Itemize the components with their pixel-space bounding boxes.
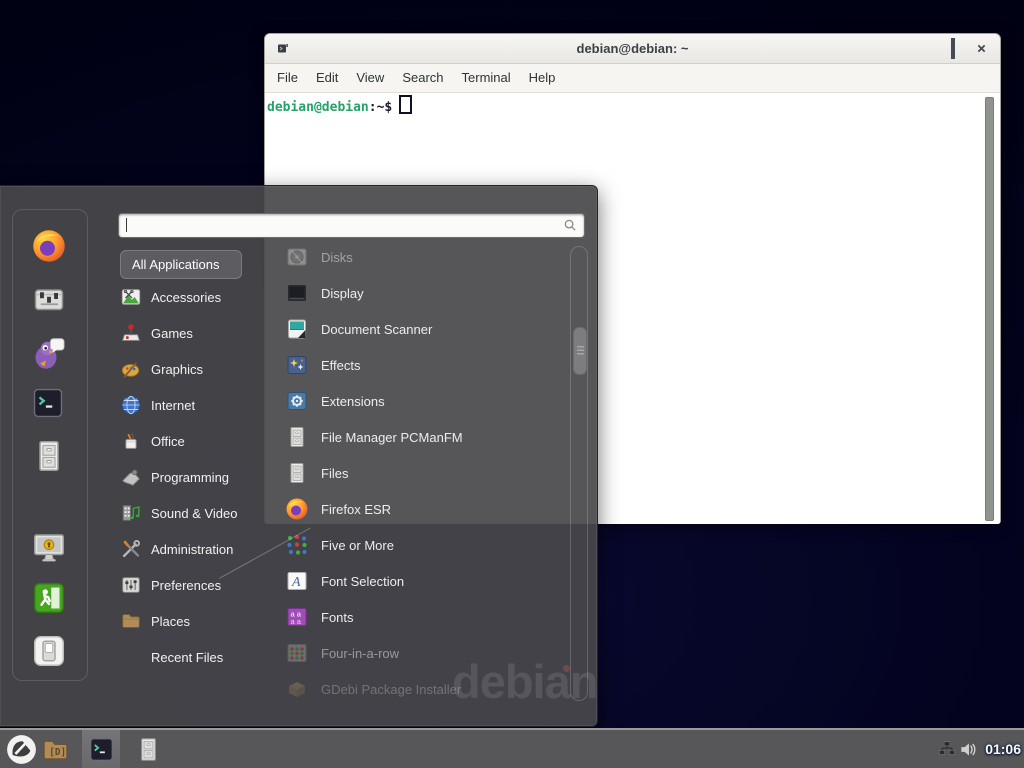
file-manager-folder-button[interactable]: [D]: [41, 735, 70, 768]
category-preferences[interactable]: Preferences: [120, 567, 278, 603]
file-cabinet-icon: [285, 425, 309, 449]
category-all-applications[interactable]: All Applications: [120, 250, 242, 279]
terminal-titlebar[interactable]: debian@debian: ~: [265, 34, 1000, 64]
app-item-firefox-esr[interactable]: Firefox ESR: [285, 491, 567, 527]
prompt-user: debian@debian: [267, 100, 369, 115]
file-manager-launcher-icon[interactable]: [31, 438, 67, 474]
menu-terminal[interactable]: Terminal: [453, 64, 520, 92]
audio-mixer-settings-icon[interactable]: [31, 281, 67, 317]
extensions-gear-icon: [285, 389, 309, 413]
category-graphics[interactable]: Graphics: [120, 351, 278, 387]
taskbar: [D] 01:06: [0, 728, 1024, 768]
svg-text:a a: a a: [291, 617, 302, 626]
shell-prompt: debian@debian:~$: [267, 95, 412, 115]
administration-tools-icon: [120, 538, 142, 560]
category-programming[interactable]: Programming: [120, 459, 278, 495]
menu-search[interactable]: Search: [393, 64, 452, 92]
graphics-icon: [120, 358, 142, 380]
debian-watermark-dot: [563, 665, 570, 672]
app-item-display[interactable]: Display: [285, 275, 567, 311]
debian-watermark: debian: [452, 654, 597, 709]
category-games[interactable]: Games: [120, 315, 278, 351]
terminal-scrollbar[interactable]: [984, 94, 995, 521]
app-item-effects[interactable]: Effects: [285, 347, 567, 383]
app-item-file-manager-pcmanfm[interactable]: File Manager PCManFM: [285, 419, 567, 455]
app-item-font-selection[interactable]: A Font Selection: [285, 563, 567, 599]
fonts-icon: a aa a: [285, 605, 309, 629]
terminal-launcher-icon[interactable]: [31, 386, 67, 422]
terminal-cursor: [399, 95, 412, 114]
maximize-button[interactable]: [951, 40, 955, 58]
sound-video-icon: [120, 502, 142, 524]
package-icon: [285, 677, 309, 701]
file-cabinet-icon: [285, 461, 309, 485]
terminal-taskbar-button[interactable]: [82, 730, 120, 768]
search-icon: [563, 218, 578, 233]
app-item-disks[interactable]: Disks: [285, 239, 567, 275]
category-administration[interactable]: Administration: [120, 531, 278, 567]
search-input[interactable]: [118, 213, 585, 238]
office-icon: [120, 430, 142, 452]
disks-icon: [285, 245, 309, 269]
display-icon: [285, 281, 309, 305]
document-scanner-icon: [285, 317, 309, 341]
accessories-icon: [120, 286, 142, 308]
programming-icon: [120, 466, 142, 488]
svg-text:A: A: [291, 575, 301, 590]
network-icon[interactable]: [938, 740, 956, 763]
menu-edit[interactable]: Edit: [307, 64, 347, 92]
menu-file[interactable]: File: [268, 64, 307, 92]
start-menu-button[interactable]: [6, 734, 37, 768]
effects-icon: [285, 353, 309, 377]
volume-icon[interactable]: [959, 740, 978, 764]
games-icon: [120, 322, 142, 344]
clock[interactable]: 01:06: [985, 730, 1021, 768]
menu-help[interactable]: Help: [520, 64, 565, 92]
pidgin-messenger-icon[interactable]: [31, 335, 67, 371]
desktop: debian@debian: ~ File Edit View Search T…: [0, 0, 1024, 768]
app-item-files[interactable]: Files: [285, 455, 567, 491]
log-out-icon[interactable]: [31, 580, 67, 616]
text-caret: [126, 218, 127, 232]
category-internet[interactable]: Internet: [120, 387, 278, 423]
terminal-menubar: File Edit View Search Terminal Help: [265, 64, 1000, 93]
app-item-fonts[interactable]: a aa a Fonts: [285, 599, 567, 635]
firefox-icon: [285, 497, 309, 521]
prompt-path: :~$: [369, 100, 392, 115]
shut-down-icon[interactable]: [31, 633, 67, 669]
places-folder-icon: [120, 610, 142, 632]
category-accessories[interactable]: Accessories: [120, 279, 278, 315]
file-cabinet-taskbar-button[interactable]: [135, 736, 162, 768]
close-button[interactable]: [977, 40, 986, 58]
category-places[interactable]: Places: [120, 603, 278, 639]
terminal-scrollbar-thumb[interactable]: [985, 97, 994, 521]
search-field-wrap: [118, 213, 585, 238]
firefox-launcher-icon[interactable]: [31, 228, 67, 264]
app-item-document-scanner[interactable]: Document Scanner: [285, 311, 567, 347]
app-item-five-or-more[interactable]: Five or More: [285, 527, 567, 563]
internet-globe-icon: [120, 394, 142, 416]
category-sound-video[interactable]: Sound & Video: [120, 495, 278, 531]
four-in-a-row-icon: [285, 641, 309, 665]
menu-view[interactable]: View: [347, 64, 393, 92]
category-office[interactable]: Office: [120, 423, 278, 459]
application-menu: All Applications Accessories Games Graph…: [0, 185, 598, 727]
svg-text:[D]: [D]: [49, 747, 66, 758]
app-item-extensions[interactable]: Extensions: [285, 383, 567, 419]
font-selection-icon: A: [285, 569, 309, 593]
window-title: debian@debian: ~: [265, 34, 1000, 63]
five-or-more-dots-icon: [285, 533, 309, 557]
category-recent-files[interactable]: Recent Files: [120, 639, 309, 675]
preferences-sliders-icon: [120, 574, 142, 596]
app-list-scrollbar-thumb[interactable]: [573, 327, 587, 375]
lock-screen-icon[interactable]: [31, 529, 67, 565]
app-list-scrollbar[interactable]: [570, 246, 588, 701]
